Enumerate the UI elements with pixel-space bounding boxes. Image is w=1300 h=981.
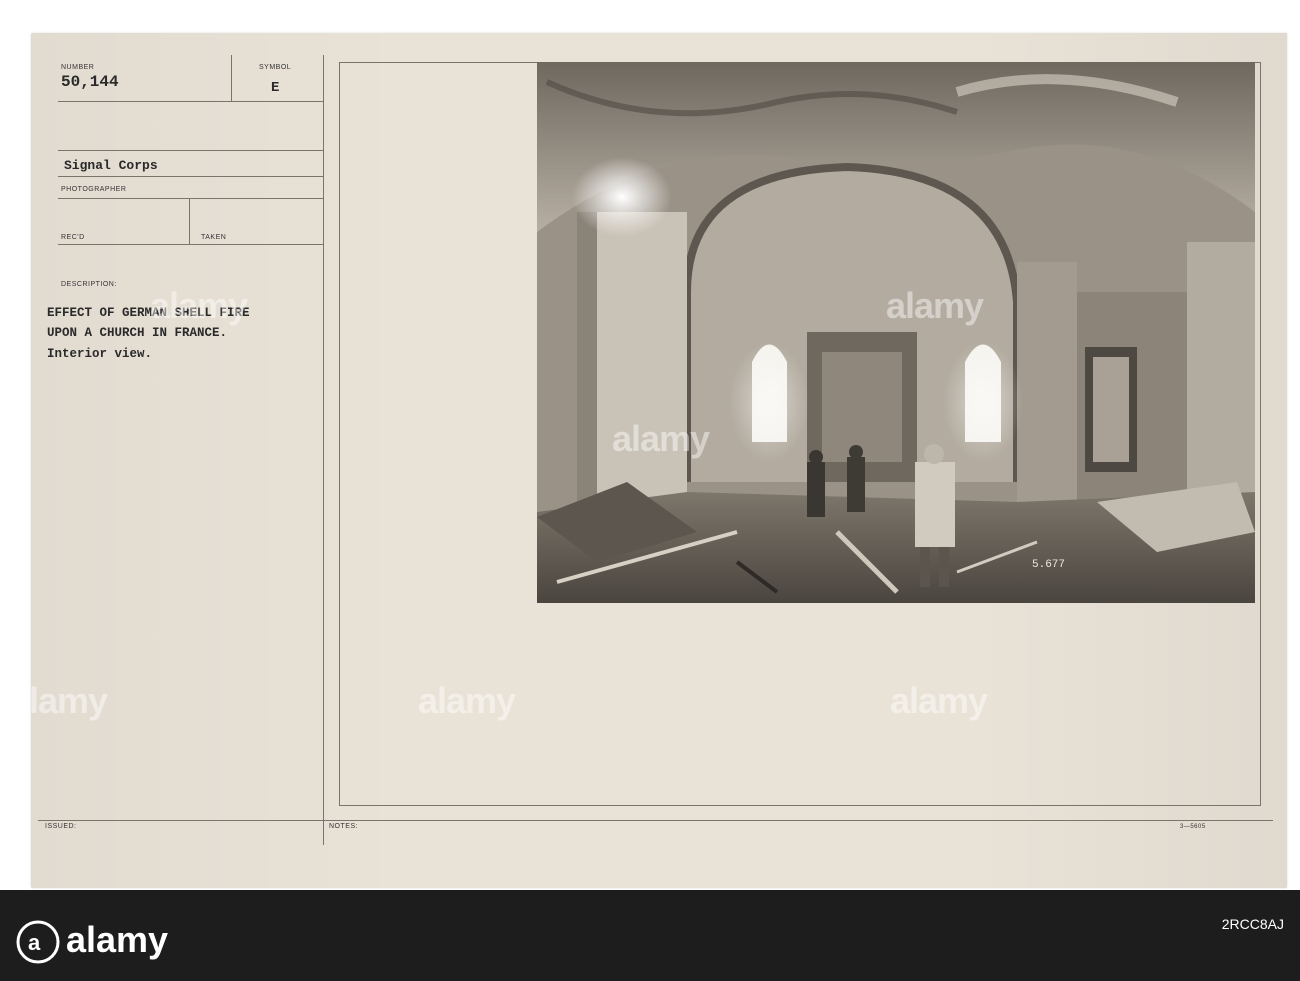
issued-label: ISSUED: [45,823,77,830]
plate-number: 5.677 [1032,559,1065,571]
form-code: 3—5605 [1180,824,1206,830]
photographer-label: PHOTOGRAPHER [61,186,127,193]
symbol-value: E [271,80,280,96]
svg-text:alamy: alamy [66,919,168,960]
recd-label: REC'D [61,234,85,241]
rule-2 [58,150,323,151]
description-label: DESCRIPTION: [61,281,117,288]
alamy-logo-mark: a alamy [16,919,168,964]
column-divider [323,55,324,845]
watermark-2: alamy [612,418,710,459]
description-line-2: UPON A CHURCH IN FRANCE. [47,326,228,340]
svg-text:a: a [28,930,41,955]
alamy-logo: a alamy [16,916,222,968]
description-line-3: Interior view. [47,347,153,361]
number-label: NUMBER [61,64,95,71]
watermark-strip: a alamy 2RCC8AJ [0,890,1300,981]
symbol-label: SYMBOL [259,64,292,71]
source-unit: Signal Corps [64,158,158,173]
number-divider [231,55,232,101]
watermark-3: alamy [886,285,984,326]
record-number: 50,144 [61,73,119,91]
photo-rendering: 5.677 [537,62,1255,603]
notes-rule [38,820,1273,821]
notes-label: NOTES: [329,823,359,830]
watermark-4: alamy [10,680,108,721]
rule-1 [58,101,323,102]
church-interior-photo: 5.677 [537,62,1255,603]
image-id: 2RCC8AJ [1221,916,1284,932]
rule-5 [58,244,323,245]
watermark-5: alamy [418,680,516,721]
watermark-6: alamy [890,680,988,721]
watermark-1: alamy [150,285,248,326]
rule-4 [58,198,323,199]
taken-label: TAKEN [201,234,227,241]
recd-divider [189,198,190,244]
rule-3 [58,176,323,177]
